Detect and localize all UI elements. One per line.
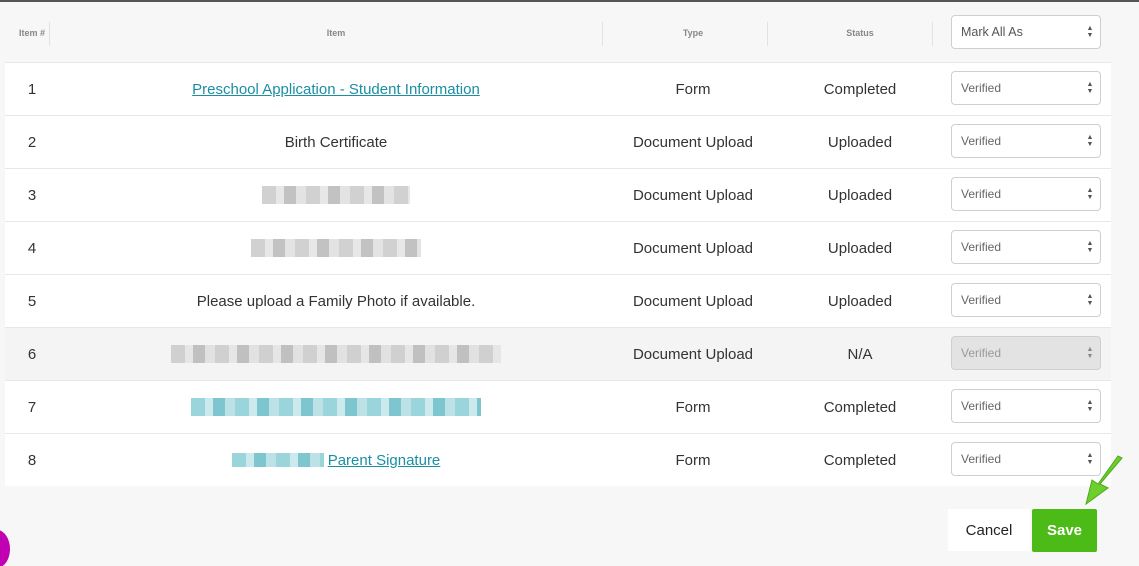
up-down-caret-icon: ▲ ▼	[1086, 134, 1094, 148]
verification-select[interactable]: Verified ▲ ▼	[951, 71, 1101, 105]
row-status: Uploaded	[827, 292, 893, 310]
up-down-caret-icon: ▲ ▼	[1086, 25, 1094, 39]
verification-value: Verified	[961, 134, 1002, 148]
verification-value: Verified	[961, 81, 1002, 95]
row-item	[91, 169, 581, 221]
table-row: 4 Document Upload Uploaded Verified ▲ ▼	[5, 221, 1111, 274]
row-type: Form	[675, 398, 711, 416]
up-down-caret-icon: ▲ ▼	[1086, 240, 1094, 254]
verification-select-disabled: Verified ▲ ▼	[951, 336, 1101, 370]
row-status: Completed	[823, 451, 897, 469]
row-item: Birth Certificate	[284, 133, 388, 151]
row-status: Completed	[823, 398, 897, 416]
row-item: Parent Signature	[91, 434, 581, 486]
row-type: Document Upload	[632, 292, 754, 310]
up-down-caret-icon: ▲ ▼	[1086, 293, 1094, 307]
row-type: Form	[675, 80, 711, 98]
mark-all-as-label: Mark All As	[961, 25, 1023, 39]
row-type: Document Upload	[632, 239, 754, 257]
row-number: 4	[27, 239, 37, 257]
verification-select[interactable]: Verified ▲ ▼	[951, 442, 1101, 476]
row-number: 6	[27, 345, 37, 363]
row-number: 8	[27, 451, 37, 469]
redacted-text	[171, 345, 501, 363]
row-type: Form	[675, 451, 711, 469]
table-row: 5 Please upload a Family Photo if availa…	[5, 274, 1111, 327]
item-link[interactable]: Preschool Application - Student Informat…	[192, 81, 480, 98]
header-item-number: Item #	[18, 28, 45, 38]
mark-all-as-select[interactable]: Mark All As ▲ ▼	[951, 15, 1101, 49]
up-down-caret-icon: ▲ ▼	[1086, 81, 1094, 95]
top-border	[0, 0, 1139, 2]
row-item	[91, 381, 581, 433]
row-number: 3	[27, 186, 37, 204]
row-type: Document Upload	[632, 345, 754, 363]
header-divider	[932, 22, 933, 46]
row-item: Preschool Application - Student Informat…	[91, 63, 581, 115]
cancel-button[interactable]: Cancel	[948, 509, 1030, 551]
header-type: Type	[682, 28, 704, 38]
magenta-marker	[0, 530, 10, 566]
verification-select[interactable]: Verified ▲ ▼	[951, 230, 1101, 264]
row-status: N/A	[847, 345, 873, 363]
verification-select[interactable]: Verified ▲ ▼	[951, 177, 1101, 211]
table-row: 7 Form Completed Verified ▲ ▼	[5, 380, 1111, 433]
verification-value: Verified	[961, 293, 1002, 307]
verification-value: Verified	[961, 452, 1002, 466]
row-status: Uploaded	[827, 186, 893, 204]
verification-select[interactable]: Verified ▲ ▼	[951, 124, 1101, 158]
row-number: 5	[27, 292, 37, 310]
table-row: 8 Parent Signature Form Completed Verifi…	[5, 433, 1111, 486]
header-divider	[767, 22, 768, 46]
row-number: 1	[27, 80, 37, 98]
row-type: Document Upload	[632, 186, 754, 204]
verification-select[interactable]: Verified ▲ ▼	[951, 389, 1101, 423]
row-type: Document Upload	[632, 133, 754, 151]
verification-select[interactable]: Verified ▲ ▼	[951, 283, 1101, 317]
row-status: Uploaded	[827, 133, 893, 151]
checklist-table: Item # Item Type Status Mark All As ▲ ▼ 1…	[5, 4, 1111, 486]
table-row: 1 Preschool Application - Student Inform…	[5, 62, 1111, 115]
row-item	[91, 328, 581, 380]
redacted-text	[251, 239, 421, 257]
redacted-text	[262, 186, 410, 204]
header-divider	[49, 22, 50, 46]
row-status: Uploaded	[827, 239, 893, 257]
verification-value: Verified	[961, 399, 1002, 413]
table-row: 3 Document Upload Uploaded Verified ▲ ▼	[5, 168, 1111, 221]
green-arrow-icon	[1085, 455, 1123, 506]
redacted-link-prefix	[231, 453, 324, 467]
row-item: Please upload a Family Photo if availabl…	[196, 292, 476, 310]
up-down-caret-icon: ▲ ▼	[1086, 346, 1094, 360]
header-item: Item	[326, 28, 346, 38]
table-header: Item # Item Type Status Mark All As ▲ ▼	[5, 4, 1111, 62]
table-row: 6 Document Upload N/A Verified ▲ ▼	[5, 327, 1111, 380]
row-item	[91, 222, 581, 274]
row-status: Completed	[823, 80, 897, 98]
table-row: 2 Birth Certificate Document Upload Uplo…	[5, 115, 1111, 168]
up-down-caret-icon: ▲ ▼	[1086, 399, 1094, 413]
row-number: 2	[27, 133, 37, 151]
verification-value: Verified	[961, 346, 1002, 360]
item-link[interactable]: Parent Signature	[328, 452, 441, 469]
save-button[interactable]: Save	[1032, 509, 1097, 552]
up-down-caret-icon: ▲ ▼	[1086, 187, 1094, 201]
verification-value: Verified	[961, 187, 1002, 201]
redacted-link[interactable]	[191, 398, 481, 416]
row-number: 7	[27, 398, 37, 416]
header-status: Status	[846, 28, 874, 38]
form-actions: Cancel Save	[948, 509, 1097, 552]
verification-value: Verified	[961, 240, 1002, 254]
